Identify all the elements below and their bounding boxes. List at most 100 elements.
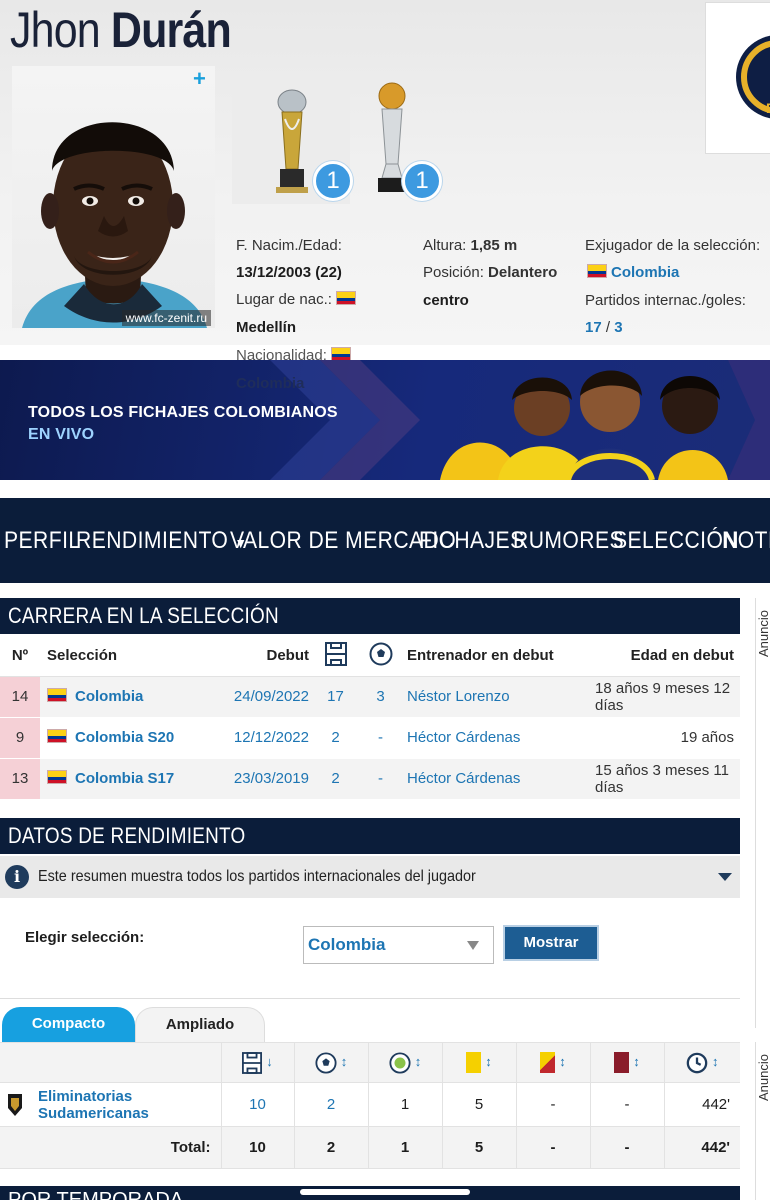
club-logo[interactable]: R — [705, 2, 770, 154]
apps-link[interactable]: 2 — [313, 717, 358, 759]
banner-line-2: EN VIVO — [28, 426, 95, 443]
player-last-name: Durán — [110, 2, 232, 58]
ad-label: Anuncio — [756, 1054, 770, 1101]
team-link[interactable]: Colombia S17 — [75, 770, 174, 787]
nationality-value: Colombia — [236, 375, 305, 392]
col-apps — [313, 636, 358, 677]
team-link[interactable]: Colombia S20 — [75, 729, 174, 746]
stats-col-goals[interactable]: ↕ — [293, 1042, 369, 1083]
info-icon: i — [5, 865, 29, 889]
colombia-flag-icon — [335, 291, 356, 305]
position-label: Posición: — [423, 264, 484, 281]
red-card-icon — [614, 1052, 630, 1073]
career-row[interactable]: 9 Colombia S20 12/12/2022 2 - Héctor Cár… — [0, 717, 740, 759]
banner-text: TODOS LOS FICHAJES COLOMBIANOS EN VIVO — [28, 402, 338, 446]
apps-link[interactable]: 17 — [313, 676, 358, 718]
coach-link[interactable]: Héctor Cárdenas — [403, 758, 593, 800]
info-text: Este resumen muestra todos los partidos … — [38, 868, 476, 885]
ball-icon — [315, 1051, 337, 1074]
choose-team-label: Elegir selección: — [25, 929, 145, 946]
goals-link[interactable]: 2 — [293, 1082, 369, 1127]
colombia-flag-icon — [47, 770, 67, 784]
performance-section-title: DATOS DE RENDIMIENTO — [0, 818, 740, 854]
career-row[interactable]: 14 Colombia 24/09/2022 17 3 Néstor Loren… — [0, 676, 740, 718]
col-coach: Entrenador en debut — [403, 636, 593, 677]
stats-col-yellow[interactable]: ↕ — [441, 1042, 517, 1083]
nav-seleccion[interactable]: SELECCIÓN — [613, 498, 739, 583]
team-cell: Colombia S20 — [40, 717, 208, 759]
conmebol-logo-icon — [6, 1092, 24, 1118]
caps-separator: / — [605, 319, 611, 336]
home-indicator[interactable] — [300, 1189, 470, 1195]
total-label: Total: — [0, 1126, 222, 1169]
debut-link[interactable]: 24/09/2022 — [208, 676, 313, 718]
stats-col-second-yellow[interactable]: ↕ — [515, 1042, 591, 1083]
sort-icon: ↕ — [633, 1054, 640, 1070]
col-goals — [358, 636, 403, 677]
team-select-value: Colombia — [308, 935, 386, 954]
sort-desc-icon: ↓ — [266, 1054, 273, 1070]
yellow-value: 5 — [441, 1082, 517, 1127]
goals-link[interactable]: 3 — [614, 319, 622, 336]
team-select[interactable]: Colombia — [303, 926, 494, 964]
goals-value: - — [358, 717, 403, 759]
ad-label: Anuncio — [756, 610, 770, 657]
apps-link[interactable]: 10 — [220, 1082, 295, 1127]
debut-link[interactable]: 12/12/2022 — [208, 717, 313, 759]
svg-text:R: R — [766, 100, 770, 116]
debut-age: 18 años 9 meses 12 días — [593, 676, 740, 718]
stats-col-apps[interactable]: ↓ — [220, 1042, 295, 1083]
stats-col-competition — [0, 1042, 222, 1083]
coach-link[interactable]: Néstor Lorenzo — [403, 676, 593, 718]
tab-ampliado[interactable]: Ampliado — [135, 1007, 265, 1043]
player-photo[interactable]: www.fc-zenit.ru — [12, 66, 215, 328]
nav-rendimiento-label: RENDIMIENTO — [76, 527, 229, 554]
row-number: 13 — [0, 758, 40, 800]
performance-info-bar[interactable]: i Este resumen muestra todos los partido… — [0, 856, 740, 898]
height-value: 1,85 m — [470, 237, 518, 254]
caps-link[interactable]: 17 — [585, 319, 602, 336]
position-value-cont: centro — [423, 292, 469, 309]
view-tabs: Compacto Ampliado — [0, 998, 740, 1043]
former-intl-row: Colombia — [583, 263, 679, 283]
stats-row[interactable]: Eliminatorias Sudamericanas 10 2 1 5 - -… — [0, 1082, 740, 1127]
nav-fichajes[interactable]: FICHAJES — [419, 498, 525, 583]
competition-link[interactable]: Eliminatorias Sudamericanas — [38, 1088, 188, 1122]
total-yellow: 5 — [441, 1126, 517, 1169]
former-intl-link[interactable]: Colombia — [611, 264, 679, 281]
stats-col-minutes[interactable]: ↕ — [663, 1042, 740, 1083]
second-yellow-value: - — [515, 1082, 591, 1127]
stats-col-assists[interactable]: ↕ — [367, 1042, 443, 1083]
trophy-count-badge: 1 — [313, 161, 353, 201]
caps-row: 17 / 3 — [585, 318, 623, 338]
col-team: Selección — [40, 636, 208, 677]
collapse-arrow-icon[interactable] — [718, 873, 732, 881]
career-row[interactable]: 13 Colombia S17 23/03/2019 2 - Héctor Cá… — [0, 758, 740, 800]
debut-age: 19 años — [593, 717, 740, 759]
add-photo-icon[interactable]: + — [193, 68, 206, 90]
former-intl-label: Exjugador de la selección: — [585, 237, 761, 254]
ball-icon — [369, 642, 392, 666]
nav-noticias[interactable]: NOTICIAS — [722, 498, 770, 583]
clock-icon — [686, 1052, 708, 1073]
colombian-transfers-banner[interactable]: TODOS LOS FICHAJES COLOMBIANOS EN VIVO — [0, 360, 770, 480]
apps-link[interactable]: 2 — [313, 758, 358, 800]
row-number: 9 — [0, 717, 40, 759]
show-button[interactable]: Mostrar — [503, 925, 599, 961]
tab-compacto[interactable]: Compacto — [2, 1007, 135, 1043]
goals-link[interactable]: 3 — [358, 676, 403, 718]
coach-link[interactable]: Héctor Cárdenas — [403, 717, 593, 759]
debut-link[interactable]: 23/03/2019 — [208, 758, 313, 800]
minutes-value: 442' — [663, 1082, 740, 1127]
player-profile-page: Jhon Durán www.fc-zenit.ru + 1 1 F. Naci… — [0, 0, 770, 1200]
performance-table: ↓ ↕ ↕ ↕ ↕ ↕ ↕ Eliminatorias Sudamericana… — [0, 1042, 740, 1169]
team-link[interactable]: Colombia — [75, 688, 143, 705]
career-table: Nº Selección Debut Entrenador en debut E… — [0, 636, 740, 800]
select-arrow-icon — [467, 941, 479, 950]
height-row: Altura: 1,85 m — [423, 236, 517, 256]
nav-perfil[interactable]: PERFIL — [4, 498, 81, 583]
birth-label: F. Nacim./Edad: — [236, 237, 342, 254]
stats-col-red[interactable]: ↕ — [589, 1042, 665, 1083]
nav-rendimiento[interactable]: RENDIMIENTO ▼ — [76, 498, 247, 583]
nav-rumores[interactable]: RUMORES — [513, 498, 624, 583]
